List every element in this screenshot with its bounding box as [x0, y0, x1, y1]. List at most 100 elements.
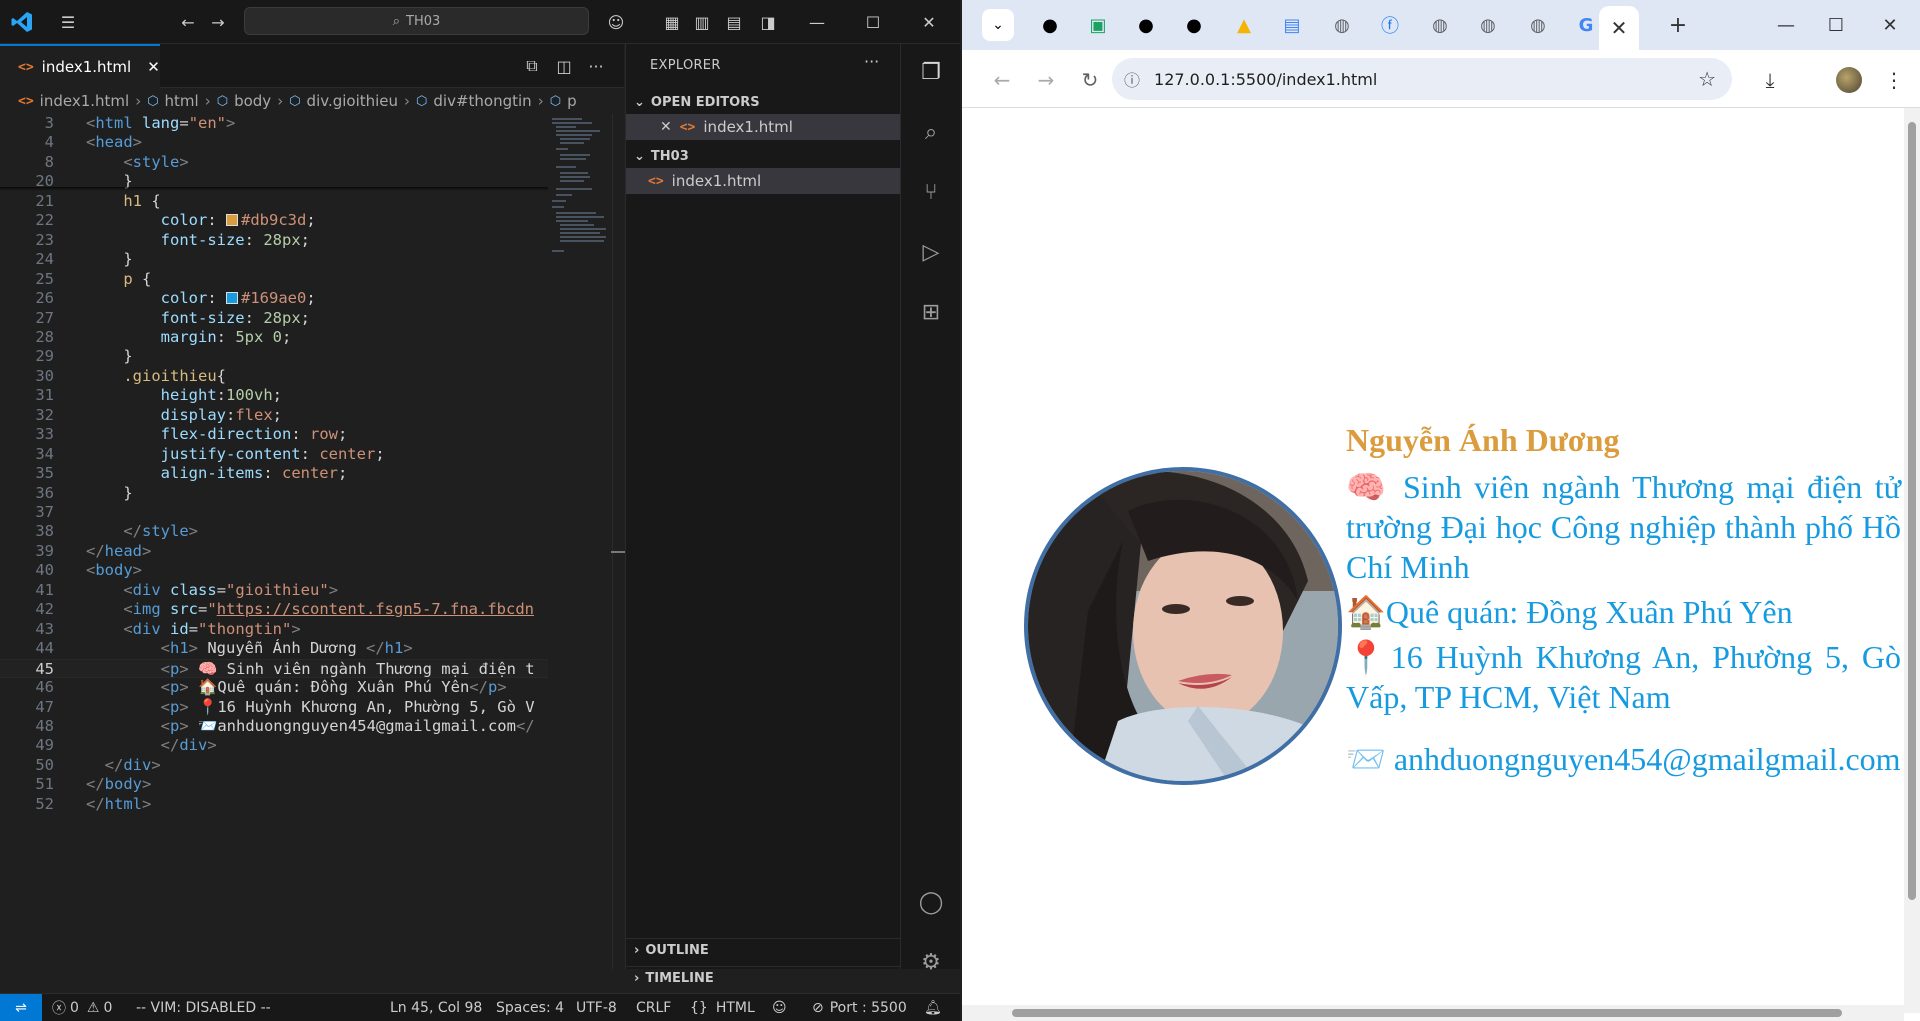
code-editor[interactable]: 3 <html lang="en"> 4 <head> 8 <style> 20 } 21 …	[0, 114, 548, 969]
command-center-search[interactable]: ⌕ TH03	[244, 7, 589, 35]
source-control-icon[interactable]: ⑂	[915, 176, 947, 208]
close-window-icon[interactable]: ✕	[1866, 8, 1914, 42]
globe-icon[interactable]: ◍	[1520, 9, 1556, 41]
code-line[interactable]: 47 <p> 📍16 Huỳnh Khương An, Phường 5, Gò…	[0, 698, 548, 717]
github-icon[interactable]: ●	[1176, 9, 1212, 41]
code-line[interactable]: 28 margin: 5px 0;	[0, 328, 548, 347]
code-line[interactable]: 26 color: #169ae0;	[0, 289, 548, 308]
globe-icon[interactable]: ◍	[1324, 9, 1360, 41]
file-item-index1[interactable]: <> index1.html	[626, 168, 901, 194]
sheets-icon[interactable]: ▣	[1080, 9, 1116, 41]
editor-scrollbar[interactable]	[611, 114, 625, 969]
folder-section[interactable]: ⌄ TH03	[626, 144, 901, 168]
menu-icon[interactable]: ☰	[56, 10, 80, 34]
extensions-icon[interactable]: ⊞	[915, 296, 947, 328]
timeline-section[interactable]: › TIMELINE	[626, 966, 901, 990]
layout-icon[interactable]: ▦	[660, 10, 684, 34]
globe-icon[interactable]: ◍	[1422, 9, 1458, 41]
code-line[interactable]: 37	[0, 503, 548, 522]
bookmark-star-icon[interactable]: ☆	[1698, 67, 1716, 91]
run-debug-icon[interactable]: ▷	[915, 236, 947, 268]
cursor-position[interactable]: Ln 45, Col 98	[390, 994, 482, 1021]
language-mode[interactable]: {} HTML	[690, 994, 755, 1021]
code-line[interactable]: 3 <html lang="en">	[0, 114, 548, 133]
toggle-panel-icon[interactable]: ▤	[722, 10, 746, 34]
profile-avatar[interactable]	[1836, 67, 1862, 93]
close-icon[interactable]: ✕	[660, 119, 672, 135]
breadcrumb-item[interactable]: body	[234, 92, 271, 110]
code-line[interactable]: 51 </body>	[0, 775, 548, 794]
copilot-status-icon[interactable]: ☺	[772, 994, 787, 1021]
breadcrumb-item[interactable]: div.gioithieu	[307, 92, 399, 110]
code-line[interactable]: 50 </div>	[0, 756, 548, 775]
code-line[interactable]: 48 <p> 📨anhduongnguyen454@gmailgmail.com…	[0, 717, 548, 736]
problems-indicator[interactable]: ⓧ 0 ⚠ 0	[52, 994, 112, 1021]
active-tab-close-icon[interactable]: ✕	[1599, 6, 1639, 50]
download-icon[interactable]: ⤓	[1756, 66, 1784, 94]
close-window-icon[interactable]: ✕	[906, 0, 952, 44]
code-line[interactable]: 41 <div class="gioithieu">	[0, 581, 548, 600]
back-arrow-icon[interactable]: ←	[176, 10, 200, 34]
remote-icon[interactable]: ⇌	[0, 994, 42, 1021]
code-line[interactable]: 29 }	[0, 347, 548, 366]
code-line[interactable]: 24 }	[0, 250, 548, 269]
horizontal-scroll-thumb[interactable]	[1012, 1009, 1842, 1017]
code-line[interactable]: 49 </div>	[0, 736, 548, 755]
code-line[interactable]: 31 height:100vh;	[0, 386, 548, 405]
maximize-icon[interactable]: ☐	[850, 0, 896, 44]
notifications-bell-icon[interactable]: 🔔︎	[924, 994, 942, 1021]
open-editors-section[interactable]: ⌄ OPEN EDITORS	[626, 90, 901, 114]
toggle-sidebar-icon[interactable]: ▥	[690, 10, 714, 34]
code-line[interactable]: 42 <img src="https://scontent.fsgn5-7.fn…	[0, 600, 548, 619]
code-line[interactable]: 25 p {	[0, 270, 548, 289]
breadcrumb-item[interactable]: div#thongtin	[433, 92, 531, 110]
code-line[interactable]: 45 <p> 🧠 Sinh viên ngành Thương mại điện…	[0, 658, 548, 679]
code-line[interactable]: 4 <head>	[0, 133, 548, 152]
code-line[interactable]: 36 }	[0, 484, 548, 503]
maximize-icon[interactable]: ☐	[1812, 8, 1860, 42]
open-preview-icon[interactable]: ⧉	[520, 54, 544, 78]
account-icon[interactable]: ◯	[915, 886, 947, 918]
indentation[interactable]: Spaces: 4	[496, 994, 564, 1021]
vertical-scroll-thumb[interactable]	[1908, 122, 1916, 900]
search-icon[interactable]: ⌕	[915, 116, 947, 148]
code-line[interactable]: 23 font-size: 28px;	[0, 231, 548, 250]
forward-arrow-icon[interactable]: →	[206, 10, 230, 34]
code-line[interactable]: 32 display:flex;	[0, 406, 548, 425]
more-actions-icon[interactable]: ···	[584, 54, 608, 78]
tab-search-chevron-icon[interactable]: ⌄	[982, 9, 1014, 41]
forward-icon[interactable]: →	[1032, 66, 1060, 94]
code-line[interactable]: 40 <body>	[0, 561, 548, 580]
code-line[interactable]: 43 <div id="thongtin">	[0, 620, 548, 639]
code-line[interactable]: 44 <h1> Nguyễn Ánh Dương </h1>	[0, 639, 548, 658]
minimize-icon[interactable]: —	[1762, 8, 1810, 42]
site-info-icon[interactable]: ⓘ	[1124, 67, 1140, 91]
docs-icon[interactable]: ▤	[1274, 9, 1310, 41]
explorer-files-icon[interactable]: ❐	[915, 56, 947, 88]
outline-section[interactable]: › OUTLINE	[626, 938, 901, 962]
drive-icon[interactable]: ▲	[1226, 9, 1262, 41]
minimap[interactable]	[548, 114, 610, 314]
code-line[interactable]: 35 align-items: center;	[0, 464, 548, 483]
code-line[interactable]: 52 </html>	[0, 795, 548, 814]
new-tab-icon[interactable]: +	[1660, 9, 1696, 41]
code-line[interactable]: 27 font-size: 28px;	[0, 309, 548, 328]
github-icon[interactable]: ●	[1128, 9, 1164, 41]
minimize-icon[interactable]: —	[794, 0, 840, 44]
breadcrumb-item[interactable]: index1.html	[40, 92, 130, 110]
code-line[interactable]: 8 <style>	[0, 153, 548, 172]
code-line[interactable]: 46 <p> 🏠Quê quán: Đồng Xuân Phú Yên</p>	[0, 678, 548, 697]
globe-icon[interactable]: ◍	[1470, 9, 1506, 41]
toggle-secondary-sidebar-icon[interactable]: ◨	[756, 10, 780, 34]
split-editor-icon[interactable]: ◫	[552, 54, 576, 78]
close-tab-icon[interactable]: ✕	[147, 58, 160, 76]
facebook-icon[interactable]: ⓕ	[1372, 9, 1408, 41]
explorer-more-icon[interactable]: ···	[864, 52, 879, 71]
code-line[interactable]: 38 </style>	[0, 522, 548, 541]
code-line[interactable]: 30 .gioithieu{	[0, 367, 548, 386]
tab-index1-html[interactable]: <> index1.html ✕	[0, 44, 160, 88]
end-of-line[interactable]: CRLF	[636, 994, 671, 1021]
open-editor-item[interactable]: ✕ <> index1.html	[626, 114, 901, 140]
live-server-port[interactable]: ⊘ Port : 5500	[812, 994, 907, 1021]
address-bar[interactable]: ⓘ 127.0.0.1:5500/index1.html ☆	[1112, 58, 1732, 100]
